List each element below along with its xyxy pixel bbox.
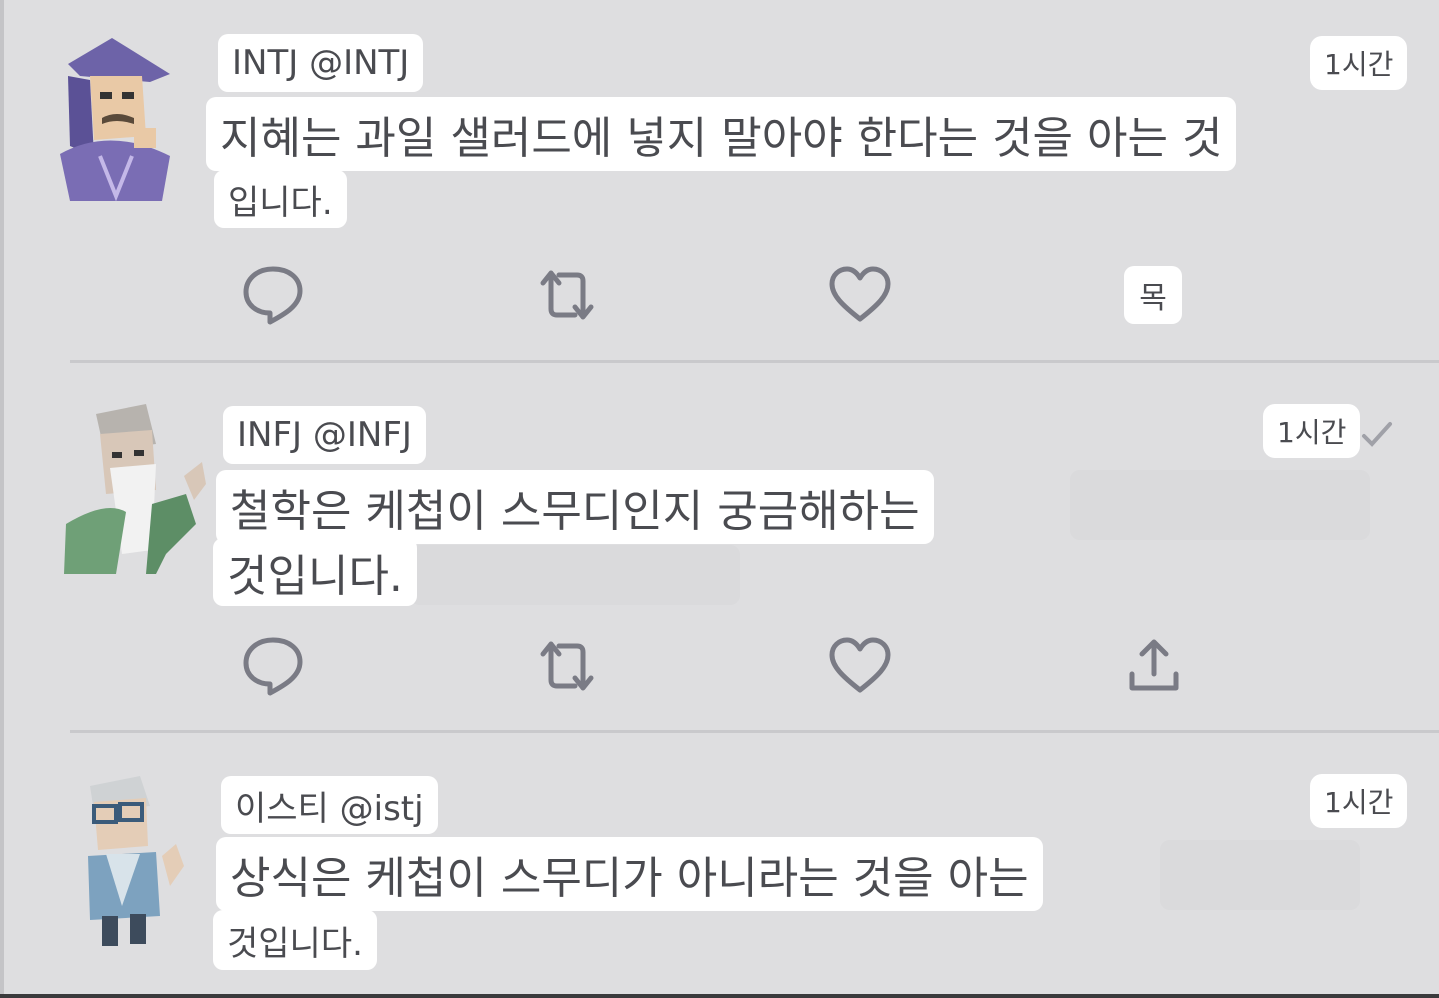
like-icon <box>829 637 891 693</box>
tweet-text-line: 것입니다. <box>213 538 417 606</box>
bearded-sage-avatar-icon[interactable] <box>56 404 206 574</box>
reply-icon <box>243 266 303 325</box>
tweet-text-line: 철학은 케첩이 스무디인지 궁금해하는 <box>216 470 934 544</box>
author-name-text: 이스티 @istj <box>235 788 424 829</box>
tweet-text: 지혜는 과일 샐러드에 넣지 말아야 한다는 것을 아는 것 <box>220 113 1223 164</box>
like-button[interactable] <box>828 263 892 327</box>
tweet-text: 것입니다. <box>227 923 363 964</box>
retweet-button[interactable] <box>535 634 599 698</box>
tweet-text-line: 입니다. <box>214 170 347 228</box>
author-name-text: INFJ @INFJ <box>237 415 412 455</box>
share-label: 목 <box>1139 281 1167 316</box>
like-button[interactable] <box>828 634 892 698</box>
timestamp[interactable]: 1시간 <box>1310 774 1408 828</box>
retweet-button[interactable] <box>535 263 599 327</box>
faint-block <box>1160 840 1360 910</box>
tweet-text: 것입니다. <box>227 551 403 602</box>
like-icon <box>829 266 891 322</box>
checkmark-icon <box>1362 422 1392 447</box>
tweet-text-line: 지혜는 과일 샐러드에 넣지 말아야 한다는 것을 아는 것 <box>206 97 1237 171</box>
timestamp-text: 1시간 <box>1277 416 1347 449</box>
timestamp[interactable]: 1시간 <box>1310 36 1408 90</box>
timestamp[interactable]: 1시간 <box>1263 404 1361 458</box>
retweet-icon <box>540 641 594 691</box>
tweet-text-line: 것입니다. <box>213 910 377 970</box>
share-button[interactable]: 목 <box>1124 266 1182 324</box>
tweet-text: 철학은 케첩이 스무디인지 궁금해하는 <box>230 486 920 537</box>
left-border <box>0 0 4 998</box>
bottom-border <box>0 994 1439 998</box>
scientist-avatar-icon[interactable] <box>80 776 190 946</box>
timestamp-text: 1시간 <box>1324 786 1394 819</box>
faint-block <box>1070 470 1370 540</box>
divider <box>70 360 1439 363</box>
timeline: INTJ @INTJ 1시간 지혜는 과일 샐러드에 넣지 말아야 한다는 것을… <box>0 0 1439 998</box>
tweet-text-line: 상식은 케첩이 스무디가 아니라는 것을 아는 <box>216 837 1043 911</box>
reply-button[interactable] <box>241 634 305 698</box>
author-name[interactable]: INTJ @INTJ <box>218 34 424 92</box>
divider <box>70 730 1439 733</box>
author-name[interactable]: INFJ @INFJ <box>223 406 426 464</box>
share-button[interactable] <box>1122 634 1186 698</box>
reply-icon <box>243 637 303 696</box>
tweet-text: 상식은 케첩이 스무디가 아니라는 것을 아는 <box>230 853 1029 904</box>
reply-button[interactable] <box>241 263 305 327</box>
author-name[interactable]: 이스티 @istj <box>221 776 438 834</box>
faint-block <box>410 545 740 605</box>
author-name-text: INTJ @INTJ <box>232 43 410 83</box>
wizard-avatar-icon[interactable] <box>50 36 180 206</box>
tweet-text: 입니다. <box>228 182 333 223</box>
timestamp-text: 1시간 <box>1324 48 1394 81</box>
retweet-icon <box>540 270 594 320</box>
share-icon <box>1129 639 1179 691</box>
